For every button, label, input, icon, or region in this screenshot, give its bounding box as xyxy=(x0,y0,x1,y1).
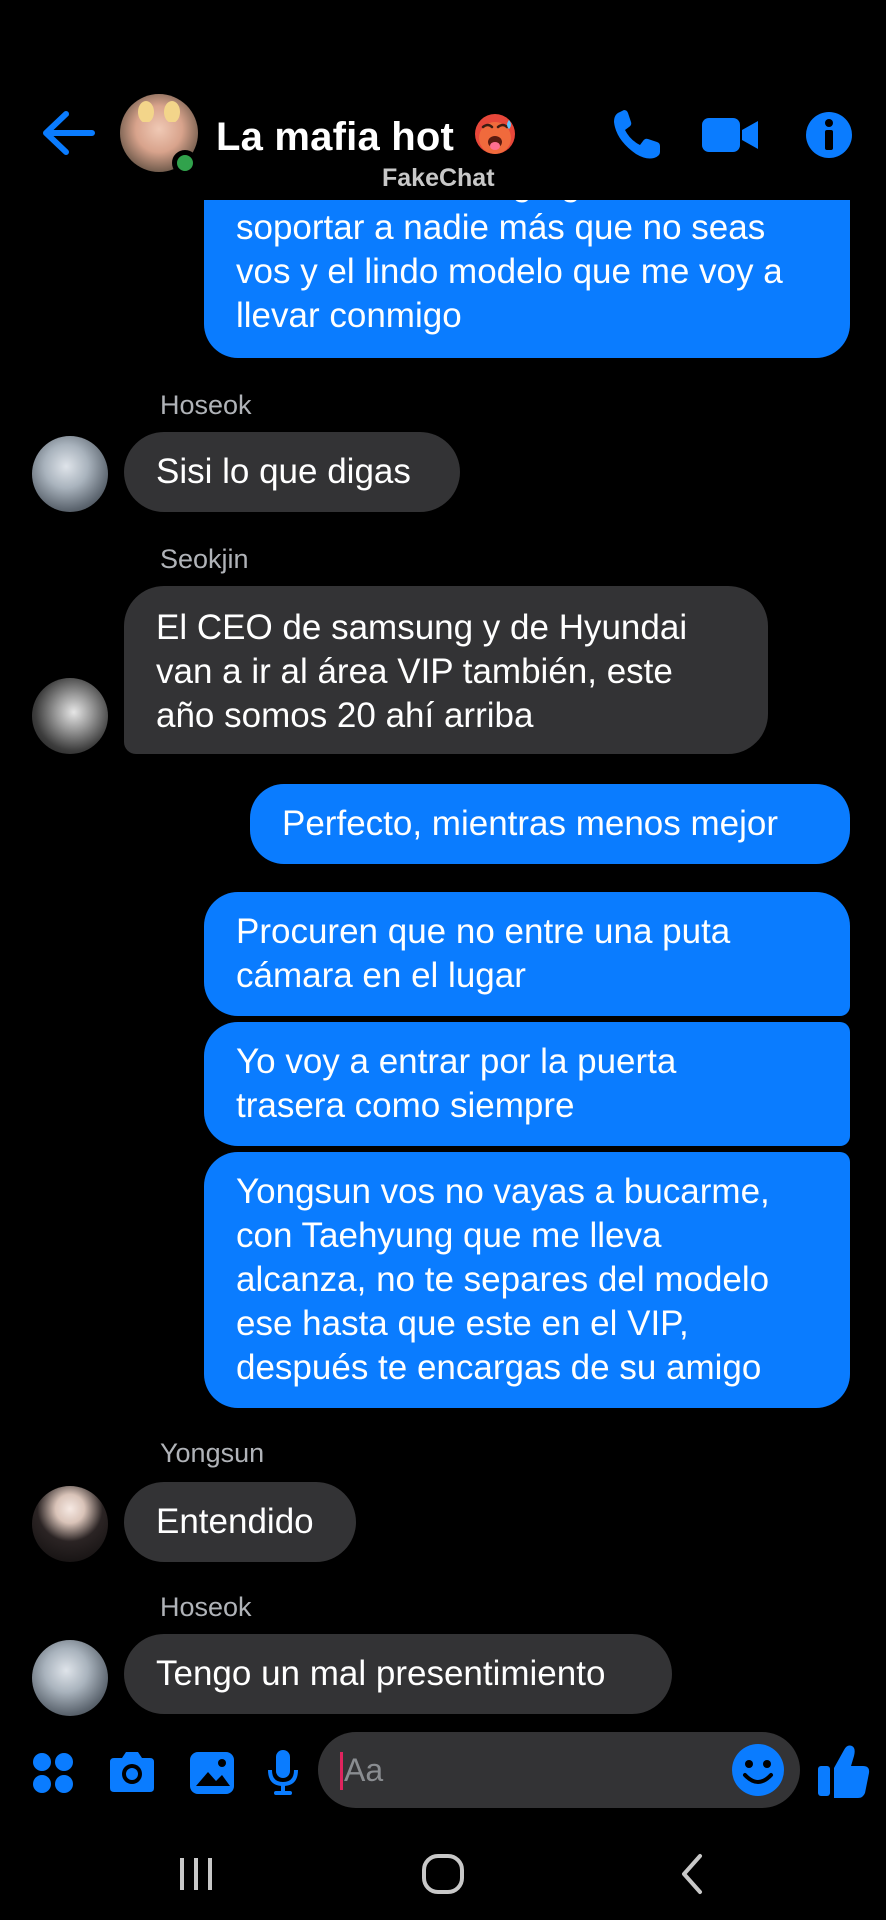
online-status-dot xyxy=(172,150,198,176)
thumbs-up-icon[interactable] xyxy=(816,1740,872,1800)
video-camera-icon[interactable] xyxy=(700,108,760,162)
outgoing-message[interactable]: Perfecto, mientras menos mejor xyxy=(250,784,850,864)
camera-icon[interactable] xyxy=(106,1746,158,1798)
recent-apps-icon[interactable] xyxy=(176,1852,216,1896)
watermark: FakeChat xyxy=(382,164,495,192)
incoming-message[interactable]: Sisi lo que digas xyxy=(124,432,460,512)
microphone-icon[interactable] xyxy=(266,1746,300,1798)
apps-grid-icon[interactable] xyxy=(30,1746,76,1798)
chat-title-text: La mafia hot xyxy=(216,115,454,159)
message-input[interactable] xyxy=(318,1732,800,1808)
outgoing-message[interactable]: Procuren que no entre una puta cámara en… xyxy=(204,892,850,1016)
avatar-yongsun[interactable] xyxy=(32,1486,108,1562)
message-text: Entendido xyxy=(156,1502,314,1541)
system-nav-bar xyxy=(0,1830,886,1920)
message-text: Sisi lo que digas xyxy=(156,452,411,491)
sender-name: Yongsun xyxy=(160,1438,265,1468)
incoming-message[interactable]: Entendido xyxy=(124,1482,356,1562)
phone-icon[interactable] xyxy=(610,108,666,162)
outgoing-message[interactable]: Yo voy a entrar por la puerta trasera co… xyxy=(204,1022,850,1146)
gallery-icon[interactable] xyxy=(188,1746,236,1798)
back-arrow-icon[interactable] xyxy=(38,108,98,158)
message-text: Yo voy a entrar por la puerta trasera co… xyxy=(236,1042,677,1125)
home-icon[interactable] xyxy=(420,1852,466,1896)
sender-name: Seokjin xyxy=(160,544,249,574)
sender-name: Hoseok xyxy=(160,390,252,420)
message-text: Procuren que no entre una puta cámara en… xyxy=(236,912,731,995)
message-input-placeholder: Aa xyxy=(344,1752,384,1788)
incoming-message[interactable]: El CEO de samsung y de Hyundai van a ir … xyxy=(124,586,768,754)
outgoing-message[interactable]: Yongsun vos no vayas a bucarme, con Taeh… xyxy=(204,1152,850,1408)
chat-header: La mafia hot FakeChat xyxy=(0,0,886,200)
hot-face-emoji xyxy=(475,114,516,154)
message-text: Perfecto, mientras menos mejor xyxy=(282,804,779,843)
back-icon[interactable] xyxy=(676,1852,706,1896)
text-cursor xyxy=(340,1752,343,1790)
chat-title[interactable]: La mafia hot xyxy=(216,112,517,160)
emoji-icon[interactable] xyxy=(730,1742,786,1798)
bunny-ears-icon xyxy=(138,101,180,122)
message-text: El CEO de samsung y de Hyundai van a ir … xyxy=(156,608,688,735)
message-text: Tengo un mal presentimiento xyxy=(156,1654,606,1693)
avatar-hoseok[interactable] xyxy=(32,1640,108,1716)
message-list[interactable]: entendido. No tengo ganas de soportar a … xyxy=(0,146,886,1730)
incoming-message[interactable]: Tengo un mal presentimiento xyxy=(124,1634,672,1714)
sender-name: Hoseok xyxy=(160,1592,252,1622)
info-icon[interactable] xyxy=(804,108,854,162)
avatar-hoseok[interactable] xyxy=(32,436,108,512)
message-text: Yongsun vos no vayas a bucarme, con Taeh… xyxy=(236,1172,770,1387)
avatar-seokjin[interactable] xyxy=(32,678,108,754)
